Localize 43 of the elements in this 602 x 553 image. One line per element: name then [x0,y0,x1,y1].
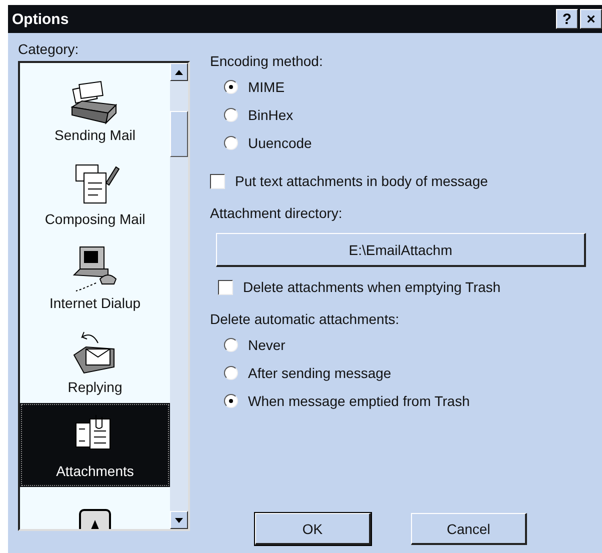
up-arrow-icon [175,70,183,74]
category-item[interactable]: Composing Mail [20,151,170,235]
radio-option[interactable]: Never [224,331,286,359]
section-label: Encoding method: [210,53,324,69]
scroll-thumb[interactable] [170,111,188,157]
radio-button[interactable] [224,338,238,352]
category-label: Category: [18,41,80,57]
radio-option[interactable]: BinHex [224,101,294,129]
scroll-down-button[interactable] [170,511,188,529]
cancel-button[interactable]: Cancel [411,513,527,545]
checkbox[interactable] [210,174,225,188]
help-button[interactable]: ? [556,9,578,29]
radio-option[interactable]: MIME [224,73,285,101]
section-label: Delete automatic attachments: [210,311,400,327]
radio-button[interactable] [224,394,238,408]
document-pencil-icon [76,164,120,204]
down-arrow-icon [175,518,183,522]
category-item[interactable]: Replying [20,319,170,403]
directory-button[interactable]: E:\EmailAttachm [216,233,586,267]
checkbox-option[interactable]: Put text attachments in body of message [210,167,488,195]
checkbox-option[interactable]: Delete attachments when emptying Trash [218,273,592,301]
mail-tray-icon [70,80,118,125]
envelope-reply-icon [73,332,114,374]
category-item[interactable]: Sending Mail [20,67,170,151]
radio-button[interactable] [224,136,238,150]
checkbox[interactable] [218,280,233,294]
section-label: Attachment directory: [210,205,344,221]
category-item[interactable]: Internet Dialup [20,235,170,319]
key-icon [79,509,111,529]
close-button[interactable]: × [580,9,602,29]
computer-phone-icon [72,246,116,292]
radio-option[interactable]: Uuencode [224,129,312,157]
scrollbar[interactable] [170,63,188,529]
documents-clip-icon [76,414,110,450]
category-item[interactable]: Attachments [20,403,170,487]
radio-button[interactable] [224,366,238,380]
radio-option[interactable]: When message emptied from Trash [224,387,470,415]
ok-button[interactable]: OK [255,513,371,545]
scroll-up-button[interactable] [170,63,188,81]
window-title: Options [12,10,70,28]
radio-button[interactable] [224,108,238,122]
radio-option[interactable]: After sending message [224,359,392,387]
radio-button[interactable] [224,80,238,94]
